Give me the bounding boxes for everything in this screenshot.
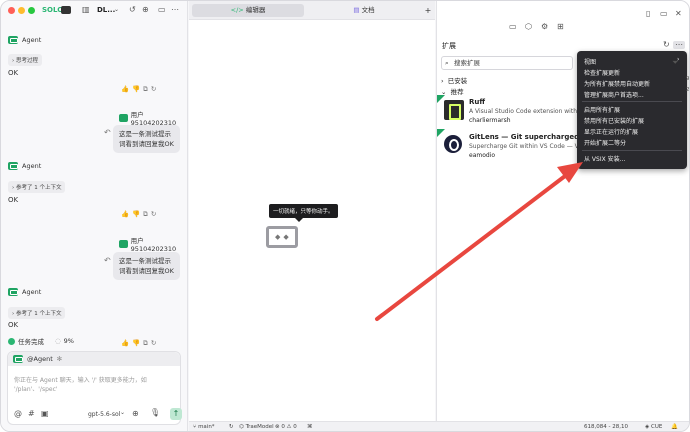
branch-indicator[interactable]: ⑂ main* — [193, 424, 215, 430]
language-indicator[interactable]: ◈ CUE — [645, 424, 662, 430]
window: SOLO ▥ DL... ⌄ ↺ ⊕ ▭ ⋯ Agent › 思考过程 OK 👍… — [0, 0, 690, 432]
problems-count: 0 — [281, 424, 285, 430]
status-bar: ⑂ main* ↻ ⌬ TraeModel ⊗ 0 ⚠ 0 ⌘ 618,084 … — [189, 421, 689, 431]
cursor-position[interactable]: 618,084 - 28,10 — [584, 424, 628, 430]
arrow-shaft — [375, 171, 571, 321]
language-label: CUE — [650, 424, 663, 430]
problems-indicator[interactable]: ⊗ 0 ⚠ 0 — [275, 424, 297, 430]
model-label: TraeModel — [245, 424, 274, 430]
annotation-arrow — [375, 162, 583, 321]
notifications-icon[interactable]: 🔔 — [671, 424, 678, 430]
ports-icon[interactable]: ⌘ — [307, 424, 313, 430]
branch-label: main* — [198, 424, 215, 430]
model-indicator[interactable]: ⌬ TraeModel — [239, 424, 274, 430]
sync-icon[interactable]: ↻ — [229, 424, 234, 430]
warnings-count: 0 — [293, 424, 297, 430]
